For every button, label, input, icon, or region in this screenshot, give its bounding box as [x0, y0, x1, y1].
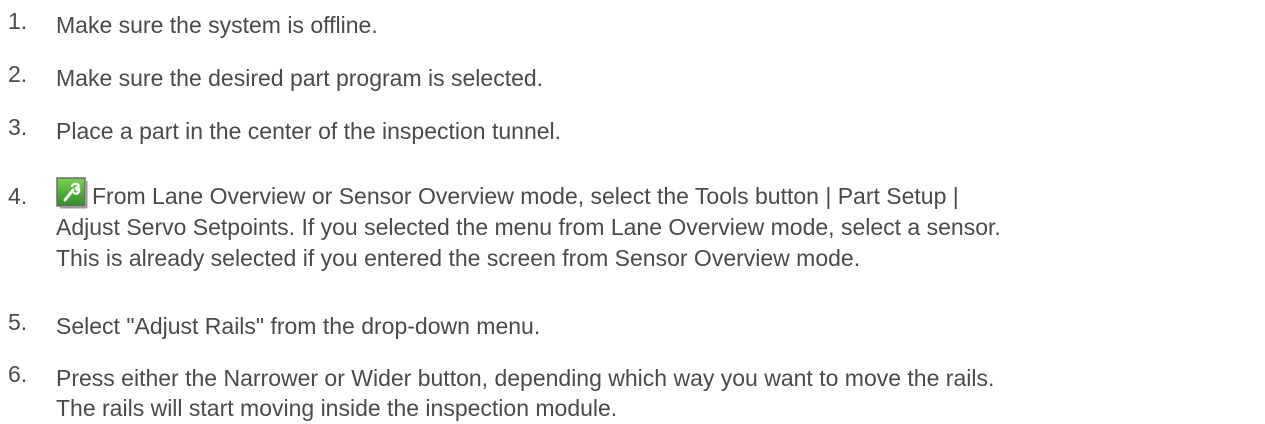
step-text: Press either the Narrower or Wider butto…: [56, 363, 1256, 423]
step-line: This is already selected if you entered …: [56, 245, 861, 271]
step-text: From Lane Overview or Sensor Overview mo…: [56, 177, 1256, 273]
step-line: Make sure the system is offline.: [56, 12, 378, 38]
step-text: Place a part in the center of the inspec…: [56, 116, 1256, 146]
step-text: Make sure the desired part program is se…: [56, 63, 1256, 93]
step-text: Make sure the system is offline.: [56, 10, 1256, 40]
step-number: 5.: [8, 309, 28, 335]
step-line: From Lane Overview or Sensor Overview mo…: [56, 177, 1256, 211]
step-line: Place a part in the center of the inspec…: [56, 118, 562, 144]
step-number: 6.: [8, 361, 28, 387]
step-line: Adjust Servo Setpoints. If you selected …: [56, 214, 1001, 240]
step-line: The rails will start moving inside the i…: [56, 395, 618, 421]
step-line: Make sure the desired part program is se…: [56, 65, 544, 91]
step-number: 1.: [8, 8, 28, 34]
step-line-text: From Lane Overview or Sensor Overview mo…: [92, 183, 959, 209]
step-number: 4.: [8, 183, 28, 209]
step-text: Select "Adjust Rails" from the drop-down…: [56, 311, 1256, 341]
step-line: Select "Adjust Rails" from the drop-down…: [56, 313, 541, 339]
step-number: 3.: [8, 114, 28, 140]
tools-wrench-icon: [56, 177, 88, 209]
document-page: { "steps": [ { "number": "1.", "lines": …: [0, 0, 1265, 424]
step-line: Press either the Narrower or Wider butto…: [56, 365, 995, 391]
step-number: 2.: [8, 61, 28, 87]
